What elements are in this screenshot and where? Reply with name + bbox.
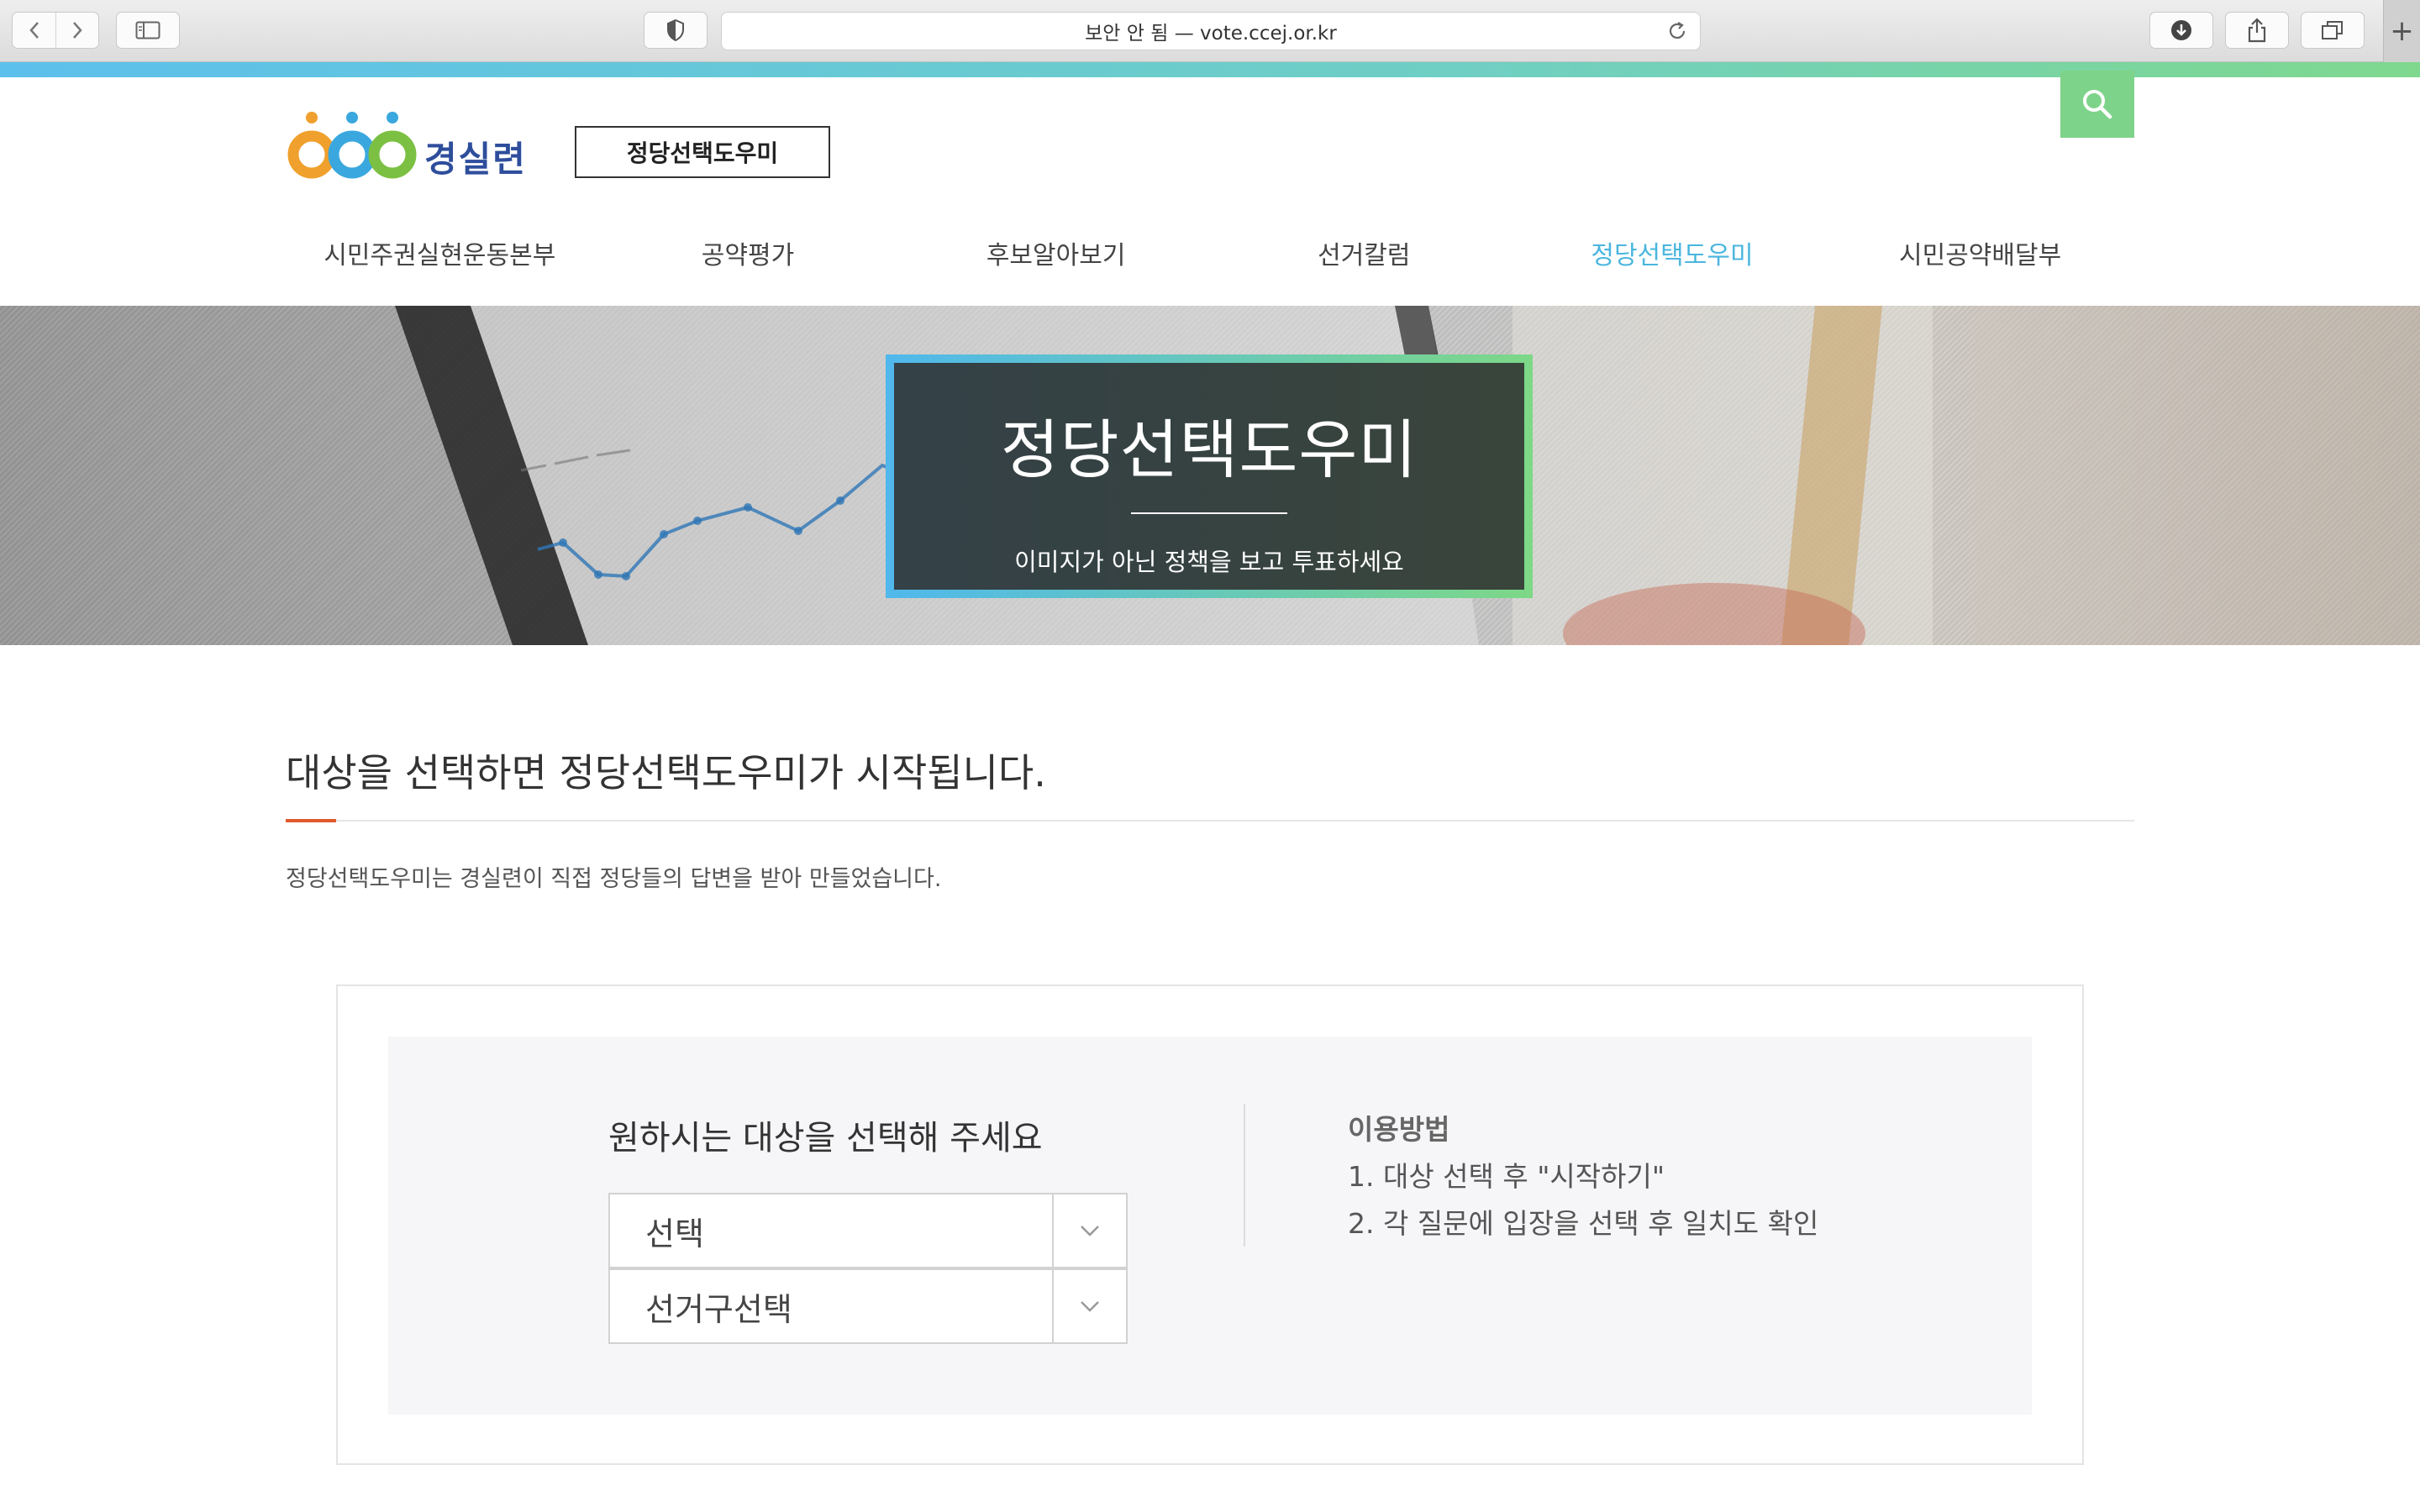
forward-button[interactable] <box>55 13 98 48</box>
target-select-arrow[interactable] <box>1052 1194 1126 1267</box>
chevron-down-icon <box>1081 1301 1099 1312</box>
shield-icon <box>667 19 684 41</box>
address-text: 보안 안 됨 — vote.ccej.or.kr <box>1085 23 1337 45</box>
target-select[interactable]: 선택 <box>608 1193 1128 1268</box>
nav-item-citizen-sovereignty[interactable]: 시민주권실현운동본부 <box>286 235 594 277</box>
hero-title-inner: 정당선택도우미 이미지가 아닌 정책을 보고 투표하세요 <box>894 363 1524 590</box>
share-icon <box>2248 18 2266 43</box>
tabs-icon <box>2322 21 2343 39</box>
hero-title: 정당선택도우미 <box>1000 412 1418 487</box>
site-tag-button[interactable]: 정당선택도우미 <box>575 126 830 178</box>
selector-panel-inner: 원하시는 대상을 선택해 주세요 선택 선거구선택 이용방법 1. 대상 선택 … <box>388 1037 2032 1415</box>
search-button[interactable] <box>2060 71 2134 138</box>
reload-icon[interactable] <box>1666 20 1688 42</box>
sidebar-button[interactable] <box>116 12 180 49</box>
howto-step-2: 2. 각 질문에 입장을 선택 후 일치도 확인 <box>1348 1207 1819 1240</box>
district-select[interactable]: 선거구선택 <box>608 1268 1128 1344</box>
download-icon <box>2171 20 2191 40</box>
main-nav: 시민주권실현운동본부 공약평가 후보알아보기 선거칼럼 정당선택도우미 시민공약… <box>286 235 2134 277</box>
logo-text: 경실련 <box>424 139 527 180</box>
new-tab-button[interactable]: + <box>2383 0 2420 62</box>
selector-prompt: 원하시는 대상을 선택해 주세요 <box>608 1119 1043 1158</box>
tabs-button[interactable] <box>2301 12 2365 49</box>
back-button[interactable] <box>13 13 55 48</box>
howto-title: 이용방법 <box>1348 1113 1450 1146</box>
nav-item-pledge-delivery[interactable]: 시민공약배달부 <box>1826 235 2134 277</box>
panel-divider <box>1244 1104 1245 1247</box>
downloads-button[interactable] <box>2149 12 2213 49</box>
browser-toolbar: 보안 안 됨 — vote.ccej.or.kr + <box>0 0 2420 62</box>
district-select-value: 선거구선택 <box>645 1290 792 1328</box>
target-select-value: 선택 <box>645 1215 704 1252</box>
hero-title-box: 정당선택도우미 이미지가 아닌 정책을 보고 투표하세요 <box>886 354 1533 598</box>
section-rule <box>286 820 2134 822</box>
district-select-arrow[interactable] <box>1052 1270 1126 1342</box>
nav-item-candidates[interactable]: 후보알아보기 <box>902 235 1210 277</box>
hero-divider <box>1131 512 1287 514</box>
privacy-button[interactable] <box>644 12 708 49</box>
top-accent-bar <box>0 62 2420 77</box>
section-rule-accent <box>286 819 336 822</box>
nav-item-pledge-evaluation[interactable]: 공약평가 <box>594 235 902 277</box>
section-title: 대상을 선택하면 정당선택도우미가 시작됩니다. <box>286 750 1046 795</box>
search-icon <box>2083 90 2112 119</box>
chevron-left-icon <box>29 22 39 39</box>
plus-icon: + <box>2390 14 2414 48</box>
chevron-down-icon <box>1081 1226 1099 1236</box>
nav-item-election-column[interactable]: 선거칼럼 <box>1210 235 1518 277</box>
howto-step-1: 1. 대상 선택 후 "시작하기" <box>1348 1160 1665 1193</box>
sidebar-icon <box>135 21 160 39</box>
nav-item-party-helper[interactable]: 정당선택도우미 <box>1518 235 1827 277</box>
selector-panel: 원하시는 대상을 선택해 주세요 선택 선거구선택 이용방법 1. 대상 선택 … <box>336 984 2084 1465</box>
hero-subtitle: 이미지가 아닌 정책을 보고 투표하세요 <box>1014 548 1404 576</box>
chevron-right-icon <box>73 22 82 39</box>
address-bar[interactable]: 보안 안 됨 — vote.ccej.or.kr <box>721 12 1701 50</box>
section-description: 정당선택도우미는 경실련이 직접 정당들의 답변을 받아 만들었습니다. <box>286 866 942 892</box>
share-button[interactable] <box>2225 12 2289 49</box>
hero-banner: 정당선택도우미 이미지가 아닌 정책을 보고 투표하세요 <box>0 306 2420 645</box>
history-nav <box>12 12 99 49</box>
